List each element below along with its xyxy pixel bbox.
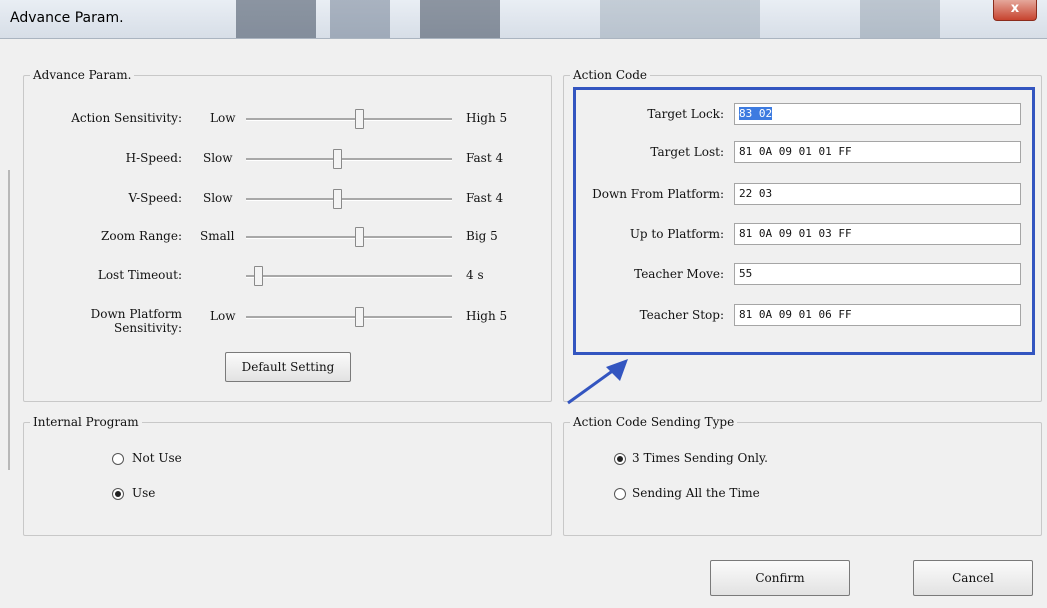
radio-button[interactable]	[112, 488, 124, 500]
slider-max-label: High 5	[466, 111, 508, 125]
radio-label: Use	[132, 486, 156, 500]
window-edge	[8, 170, 10, 470]
internal-program-group: Internal Program	[23, 415, 552, 536]
internal-program-title: Internal Program	[30, 415, 142, 429]
slider-label: Zoom Range:	[101, 229, 182, 243]
slider-min-label: Low	[210, 309, 236, 323]
slider-max-label: Fast 4	[466, 191, 504, 205]
sending-type-group: Action Code Sending Type	[563, 415, 1042, 536]
slider-track[interactable]	[246, 118, 452, 121]
slider-thumb[interactable]	[332, 149, 342, 169]
slider-thumb[interactable]	[355, 227, 365, 247]
slider-min-label: Small	[200, 229, 235, 243]
slider-track[interactable]	[246, 158, 452, 161]
slider-max-label: Fast 4	[466, 151, 504, 165]
action-code-title: Action Code	[570, 68, 651, 82]
highlight-box	[573, 87, 1035, 355]
slider-track[interactable]	[246, 236, 452, 239]
advance-param-title: Advance Param.	[30, 68, 135, 82]
radio-button[interactable]	[614, 488, 626, 500]
radio-button[interactable]	[112, 453, 124, 465]
slider-max-label: High 5	[466, 309, 508, 323]
slider-track[interactable]	[246, 316, 452, 319]
slider-thumb[interactable]	[332, 189, 342, 209]
slider-track[interactable]	[246, 198, 452, 201]
slider-thumb[interactable]	[355, 109, 365, 129]
slider-track[interactable]	[246, 275, 452, 278]
slider-min-label: Low	[210, 111, 236, 125]
pointer-arrow	[567, 359, 628, 405]
slider-max-label: 4 s	[466, 268, 484, 282]
default-setting-button[interactable]: Default Setting	[225, 352, 351, 382]
slider-label: Lost Timeout:	[97, 268, 182, 282]
radio-button[interactable]	[614, 453, 626, 465]
slider-min-label: Slow	[203, 151, 233, 165]
radio-label: Sending All the Time	[632, 486, 760, 500]
confirm-button[interactable]: Confirm	[710, 560, 850, 596]
slider-label: Action Sensitivity:	[71, 111, 182, 125]
slider-label: Down Platform Sensitivity:	[90, 307, 182, 335]
slider-thumb[interactable]	[355, 307, 365, 327]
cancel-button[interactable]: Cancel	[913, 560, 1033, 596]
slider-label: V-Speed:	[128, 191, 182, 205]
sending-type-title: Action Code Sending Type	[570, 415, 738, 429]
title-bar: Advance Param. x	[0, 0, 1047, 39]
slider-label: H-Speed:	[125, 151, 182, 165]
slider-thumb[interactable]	[254, 266, 264, 286]
close-icon: x	[1010, 1, 1020, 16]
window-title: Advance Param.	[10, 10, 124, 26]
close-button[interactable]: x	[993, 0, 1037, 21]
radio-label: Not Use	[132, 451, 182, 465]
slider-min-label: Slow	[203, 191, 233, 205]
radio-label: 3 Times Sending Only.	[632, 451, 768, 465]
slider-max-label: Big 5	[466, 229, 498, 243]
